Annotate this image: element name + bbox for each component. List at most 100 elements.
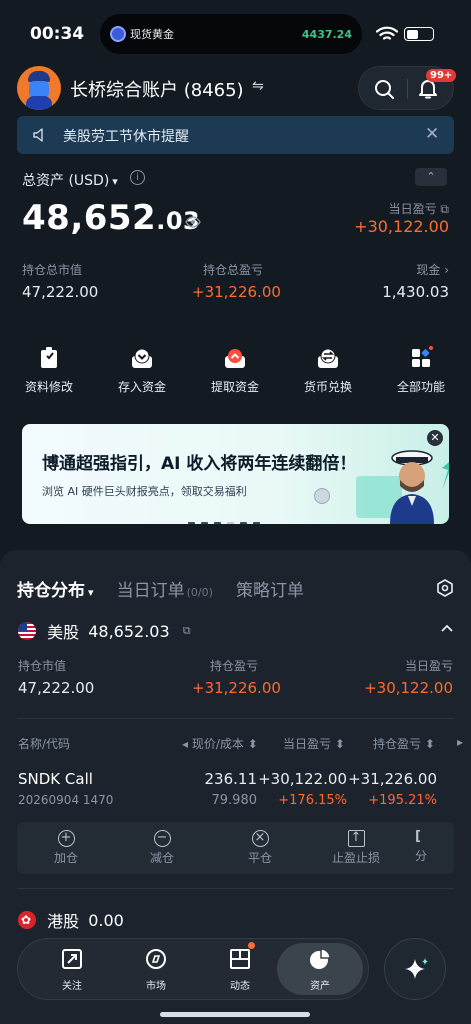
divider xyxy=(17,888,454,889)
market-icon xyxy=(146,949,166,969)
action-withdraw[interactable]: 提取资金 xyxy=(195,346,275,395)
tab-assets[interactable]: 资产 xyxy=(277,943,363,995)
position-day-pnl-pct: +176.15% xyxy=(278,793,347,808)
us-day-pnl-label: 当日盈亏 xyxy=(404,659,453,673)
promo-banner[interactable]: 博通超强指引，AI 收入将两年连续翻倍！ 浏览 AI 硬件巨头财报亮点，领取交易… xyxy=(22,424,449,524)
battery-icon xyxy=(404,27,434,41)
chevron-up-icon[interactable] xyxy=(440,623,454,633)
position-code: 20260904 1470 xyxy=(18,793,114,807)
col-header-position-pnl[interactable]: 持仓盈亏 ⬍ xyxy=(373,735,435,752)
position-day-pnl: +30,122.00 xyxy=(258,770,347,788)
col-header-day-pnl[interactable]: 当日盈亏 ⬍ xyxy=(283,735,345,752)
tab-strategy-orders[interactable]: 策略订单 xyxy=(236,576,304,601)
us-market-value-label: 持仓市值 xyxy=(18,659,67,673)
day-pnl-label[interactable]: 当日盈亏 ⧉ xyxy=(389,200,449,217)
hk-market-name: 港股 xyxy=(47,912,80,931)
tab-label: 资产 xyxy=(310,981,330,992)
banner-subtitle: 浏览 AI 硬件巨头财报亮点，领取交易福利 xyxy=(42,485,247,498)
collapse-button[interactable]: ⌃ xyxy=(415,168,447,186)
gold-ticker-island[interactable]: 现货黄金 4437.24 xyxy=(100,14,362,54)
banner-close-icon[interactable]: ✕ xyxy=(427,430,443,446)
reduce-position-button[interactable]: − 减仓 xyxy=(127,830,197,866)
ai-assistant-button[interactable] xyxy=(384,938,446,1000)
us-market-name: 美股 xyxy=(47,623,80,642)
total-assets-label[interactable]: 总资产 (USD) ▾ xyxy=(22,170,118,190)
action-all-functions[interactable]: 全部功能 xyxy=(381,346,461,395)
close-position-button[interactable]: × 平仓 xyxy=(225,830,295,866)
us-position-pnl: +31,226.00 xyxy=(192,679,281,697)
tab-watchlist[interactable]: 关注 xyxy=(40,947,104,992)
action-label: 提取资金 xyxy=(210,380,259,394)
tab-holdings[interactable]: 持仓分布 ▾ xyxy=(17,576,94,601)
account-switch-icon[interactable]: ⇋ xyxy=(252,78,264,94)
position-pnl-label: 持仓总盈亏 xyxy=(203,263,264,277)
position-symbol[interactable]: SNDK Call xyxy=(18,770,93,788)
status-time: 00:34 xyxy=(30,24,85,44)
account-header: 长桥综合账户 (8465) ⇋ xyxy=(0,66,471,110)
action-currency-exchange[interactable]: 货币兑换 xyxy=(288,346,368,395)
banner-pager[interactable] xyxy=(188,510,288,524)
search-icon[interactable] xyxy=(373,78,395,100)
chevron-down-icon: ▾ xyxy=(88,586,94,599)
reduce-position-icon: − xyxy=(153,830,171,847)
hk-market-value: 0.00 xyxy=(88,910,124,930)
share-icon: [ xyxy=(415,830,421,844)
account-name[interactable]: 长桥综合账户 (8465) xyxy=(70,76,244,102)
external-link-icon[interactable]: ⧉ xyxy=(183,624,191,637)
hk-flag-icon xyxy=(18,911,36,929)
col-header-name[interactable]: 名称/代码 xyxy=(18,735,70,752)
cash-value: 1,430.03 xyxy=(382,283,449,301)
position-pnl-total: +31,226.00 xyxy=(348,770,437,788)
tab-label: 市场 xyxy=(146,981,166,992)
eye-icon[interactable] xyxy=(185,216,201,228)
tab-feed[interactable]: 动态 xyxy=(208,947,272,992)
add-position-button[interactable]: + 加仓 xyxy=(31,830,101,866)
close-icon[interactable]: ✕ xyxy=(425,126,439,143)
take-profit-stop-loss-button[interactable]: ↑ 止盈止损 xyxy=(321,830,391,866)
notice-text: 美股劳工节休市提醒 xyxy=(63,129,189,145)
gold-ticker-label: 现货黄金 xyxy=(130,28,174,41)
avatar[interactable] xyxy=(17,66,61,110)
watchlist-icon xyxy=(62,949,82,969)
settings-icon[interactable] xyxy=(436,579,454,597)
gold-ticker-icon xyxy=(110,26,126,42)
scroll-right-icon[interactable]: ▸ xyxy=(457,735,463,749)
action-label: 资料修改 xyxy=(24,380,73,394)
position-price: 236.11 xyxy=(204,770,258,788)
us-flag-icon xyxy=(18,622,36,640)
us-market-header[interactable]: 美股 48,652.03 ⧉ xyxy=(18,619,191,642)
action-profile-edit[interactable]: 资料修改 xyxy=(9,346,89,395)
col-header-price[interactable]: ◂ 现价/成本 ⬍ xyxy=(182,735,258,752)
status-bar: 00:34 现货黄金 4437.24 xyxy=(0,0,471,64)
notice-bar[interactable]: 美股劳工节休市提醒 ✕ xyxy=(17,116,454,154)
us-market-value-amount: 47,222.00 xyxy=(18,679,95,697)
share-button[interactable]: [ 分 xyxy=(415,830,454,864)
action-label: 货币兑换 xyxy=(303,380,352,394)
notification-badge: 99+ xyxy=(426,69,457,82)
quick-actions: 资料修改 存入资金 提取资金 货币兑换 全部功能 xyxy=(0,346,471,394)
add-position-label: 加仓 xyxy=(53,851,78,865)
action-label: 存入资金 xyxy=(117,380,166,394)
take-profit-icon: ↑ xyxy=(347,830,365,847)
chevron-down-icon: ▾ xyxy=(112,175,118,188)
cash-label[interactable]: 现金 › xyxy=(416,261,449,278)
coin-icon xyxy=(314,488,330,504)
day-pnl-value: +30,122.00 xyxy=(354,217,449,236)
tab-market[interactable]: 市场 xyxy=(124,947,188,992)
action-deposit[interactable]: 存入资金 xyxy=(102,346,182,395)
close-position-icon: × xyxy=(251,830,269,847)
close-position-label: 平仓 xyxy=(247,851,272,865)
profile-edit-icon xyxy=(41,347,57,368)
info-icon[interactable]: i xyxy=(130,170,145,185)
assets-icon xyxy=(310,948,331,969)
tab-label: 关注 xyxy=(62,981,82,992)
tab-today-orders[interactable]: 当日订单 (0/0) xyxy=(117,576,213,601)
hk-market-header[interactable]: 港股 0.00 xyxy=(18,908,124,931)
share-label: 分 xyxy=(415,849,428,863)
portfolio-page: 00:34 现货黄金 4437.24 长桥综合账户 (8465) ⇋ 99+ 美… xyxy=(0,0,471,1024)
market-value-label: 持仓总市值 xyxy=(22,263,83,277)
add-position-icon: + xyxy=(57,830,75,847)
sparkle-icon xyxy=(405,958,428,979)
us-day-pnl: +30,122.00 xyxy=(364,679,453,697)
home-indicator xyxy=(160,1012,310,1017)
